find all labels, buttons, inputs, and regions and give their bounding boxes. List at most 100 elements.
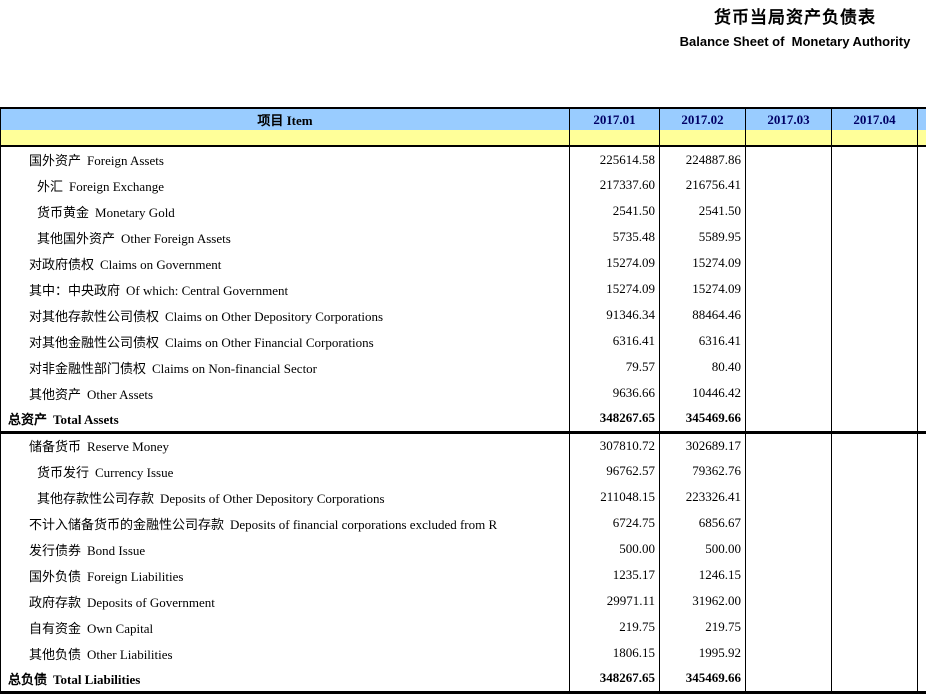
item-cell: 对其他金融性公司债权 Claims on Other Financial Corp…: [1, 328, 570, 354]
value-partial: [918, 640, 926, 666]
item-label-en: Reserve Money: [87, 439, 169, 454]
table-row: 自有资金Own Capital 219.75 219.75: [1, 614, 926, 640]
column-header-2017-02: 2017.02: [660, 108, 746, 130]
column-header-partial: [918, 108, 926, 130]
value-2017-02: 79362.76: [660, 458, 746, 484]
value-2017-04: [832, 354, 918, 380]
value-2017-03: [746, 666, 832, 692]
value-2017-01: 5735.48: [570, 224, 660, 250]
item-cell: 货币黄金Monetary Gold: [1, 198, 570, 224]
value-2017-02: 6316.41: [660, 328, 746, 354]
value-partial: [918, 614, 926, 640]
value-partial: [918, 328, 926, 354]
value-partial: [918, 146, 926, 172]
value-2017-04: [832, 666, 918, 692]
table-row: 其中：中央政府 Of which: Central Government 1527…: [1, 276, 926, 302]
value-partial: [918, 536, 926, 562]
item-label-en: Currency Issue: [95, 465, 173, 480]
item-label-cn: 储备货币: [29, 439, 81, 454]
value-2017-02: 10446.42: [660, 380, 746, 406]
value-partial: [918, 198, 926, 224]
value-2017-01: 79.57: [570, 354, 660, 380]
value-partial: [918, 380, 926, 406]
value-2017-03: [746, 172, 832, 198]
item-label-cn: 对其他金融性公司债权: [29, 335, 159, 350]
value-2017-01: 9636.66: [570, 380, 660, 406]
value-2017-03: [746, 640, 832, 666]
table-row: 其他资产Other Assets 9636.66 10446.42: [1, 380, 926, 406]
value-partial: [918, 562, 926, 588]
value-2017-01: 6316.41: [570, 328, 660, 354]
value-2017-02: 2541.50: [660, 198, 746, 224]
value-partial: [918, 588, 926, 614]
value-partial: [918, 484, 926, 510]
spacer-cell: [746, 130, 832, 146]
value-2017-02: 80.40: [660, 354, 746, 380]
item-label-cn: 对政府债权: [29, 257, 94, 272]
item-label-en: Own Capital: [87, 621, 153, 636]
value-2017-01: 29971.11: [570, 588, 660, 614]
report-title-cn: 货币当局资产负债表: [655, 7, 926, 29]
item-label-cn: 其中：中央政府: [29, 283, 120, 298]
value-2017-02: 345469.66: [660, 406, 746, 432]
item-label-en: Claims on Other Financial Corporations: [165, 335, 374, 350]
value-partial: [918, 458, 926, 484]
report-title: 货币当局资产负债表 Balance Sheet of Monetary Auth…: [655, 7, 926, 50]
item-label-cn: 总资产: [8, 412, 47, 427]
table-row: 对政府债权Claims on Government 15274.09 15274…: [1, 250, 926, 276]
item-cell: 总负债Total Liabilities: [1, 666, 570, 692]
item-label-en: Total Liabilities: [53, 672, 140, 687]
table-row: 货币黄金Monetary Gold 2541.50 2541.50: [1, 198, 926, 224]
value-2017-03: [746, 614, 832, 640]
item-cell: 其他存款性公司存款Deposits of Other Depository Co…: [1, 484, 570, 510]
report-page: 货币当局资产负债表 Balance Sheet of Monetary Auth…: [0, 0, 926, 699]
item-cell: 对政府债权 Claims on Government: [1, 250, 570, 276]
item-cell: 政府存款 Deposits of Government: [1, 588, 570, 614]
table-row: 货币发行Currency Issue 96762.57 79362.76: [1, 458, 926, 484]
value-2017-01: 1806.15: [570, 640, 660, 666]
item-label-cn: 其他负债: [29, 647, 81, 662]
value-2017-02: 500.00: [660, 536, 746, 562]
value-2017-01: 6724.75: [570, 510, 660, 536]
table-row: 对非金融性部门债权Claims on Non-financial Sector …: [1, 354, 926, 380]
item-cell: 自有资金Own Capital: [1, 614, 570, 640]
value-2017-02: 15274.09: [660, 276, 746, 302]
value-2017-03: [746, 380, 832, 406]
table-row: 不计入储备货币的金融性公司存款Deposits of financial cor…: [1, 510, 926, 536]
item-label-en: Other Foreign Assets: [121, 231, 231, 246]
item-label-cn: 外汇: [37, 179, 63, 194]
value-2017-04: [832, 198, 918, 224]
item-label-en: Bond Issue: [87, 543, 145, 558]
item-label-en: Claims on Non-financial Sector: [152, 361, 317, 376]
item-label-cn: 政府存款: [29, 595, 81, 610]
value-2017-01: 15274.09: [570, 250, 660, 276]
table-row: 其他国外资产Other Foreign Assets 5735.48 5589.…: [1, 224, 926, 250]
spacer-cell: [660, 130, 746, 146]
spacer-cell: [570, 130, 660, 146]
value-2017-04: [832, 328, 918, 354]
value-2017-01: 219.75: [570, 614, 660, 640]
yellow-spacer-row: [1, 130, 926, 146]
item-label-en: Of which: Central Government: [126, 283, 288, 298]
balance-sheet-table: 项目 Item 2017.01 2017.02 2017.03 2017.04 …: [0, 107, 926, 694]
item-cell: 总资产Total Assets: [1, 406, 570, 432]
table-row: 国外负债Foreign Liabilities 1235.17 1246.15: [1, 562, 926, 588]
value-2017-04: [832, 458, 918, 484]
item-label-en: Deposits of Government: [87, 595, 215, 610]
value-2017-03: [746, 406, 832, 432]
item-cell: 发行债券Bond Issue: [1, 536, 570, 562]
value-partial: [918, 302, 926, 328]
value-2017-04: [832, 276, 918, 302]
item-cell: 对非金融性部门债权Claims on Non-financial Sector: [1, 354, 570, 380]
item-cell: 其中：中央政府 Of which: Central Government: [1, 276, 570, 302]
item-label-en: Claims on Government: [100, 257, 221, 272]
table-body: 国外资产Foreign Assets 225614.58 224887.86 外…: [1, 146, 926, 692]
value-partial: [918, 276, 926, 302]
item-cell: 外汇Foreign Exchange: [1, 172, 570, 198]
value-2017-04: [832, 380, 918, 406]
value-2017-03: [746, 250, 832, 276]
value-2017-04: [832, 614, 918, 640]
value-2017-03: [746, 146, 832, 172]
value-2017-03: [746, 458, 832, 484]
value-2017-03: [746, 224, 832, 250]
